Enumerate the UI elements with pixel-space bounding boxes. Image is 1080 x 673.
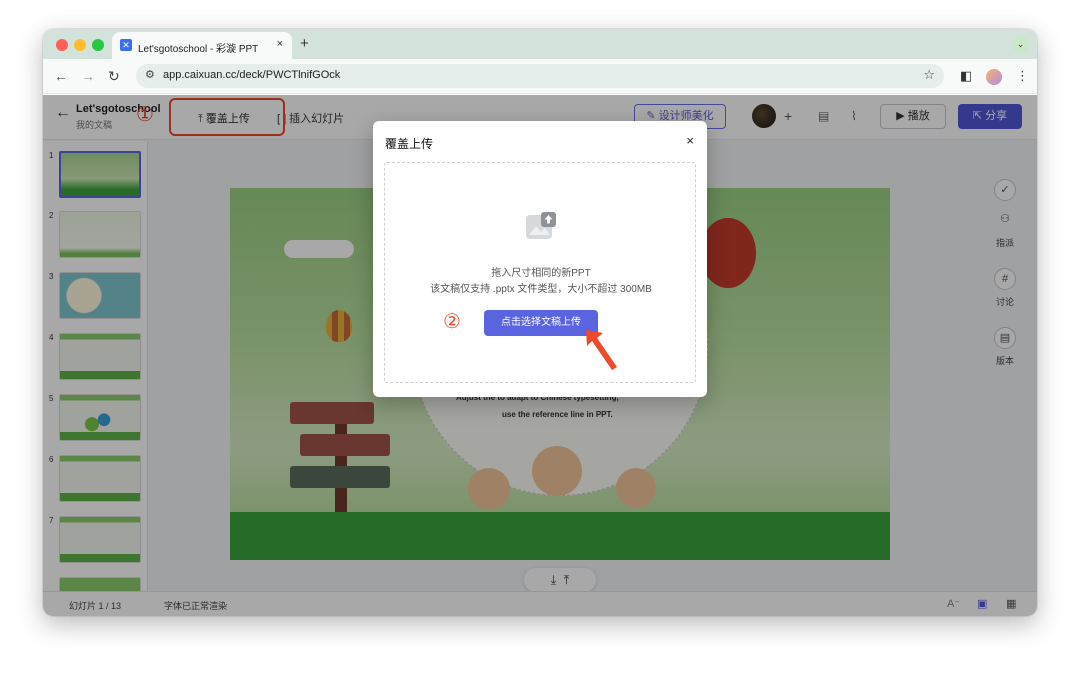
step-two-marker: ② [443, 311, 461, 333]
address-bar-row: ← → ↻ ⚙ app.caixuan.cc/deck/PWCTlnifGOck… [43, 59, 1037, 94]
image-upload-icon [526, 212, 556, 239]
tab-title: Let'sgotoschool - 彩漩 PPT [138, 44, 259, 55]
forward-arrow-icon[interactable]: → [81, 68, 95, 84]
site-settings-icon[interactable]: ⚙ [145, 68, 155, 81]
dialog-title: 覆盖上传 [385, 137, 434, 151]
back-arrow-icon[interactable]: ← [54, 68, 68, 84]
tab-strip: ✕ Let'sgotoschool - 彩漩 PPT × + ⌄ [43, 29, 1037, 59]
file-requirements: 该文稿仅支持 .pptx 文件类型，大小不超过 300MB [430, 284, 652, 295]
select-file-upload-button[interactable]: 点击选择文稿上传 [484, 310, 598, 336]
url-text: app.caixuan.cc/deck/PWCTlnifGOck [163, 69, 341, 81]
maximize-window-button[interactable] [92, 39, 104, 51]
minimize-window-button[interactable] [74, 39, 86, 51]
dialog-close-icon[interactable]: × [686, 133, 694, 148]
pointer-arrow-icon [586, 330, 617, 370]
tab-close-icon[interactable]: × [277, 38, 283, 50]
url-field[interactable]: ⚙ app.caixuan.cc/deck/PWCTlnifGOck ☆ [136, 64, 944, 88]
overwrite-upload-dialog: 覆盖上传 × 拖入尺寸相同的新PPT 该文稿仅支持 .pptx 文件类型，大小不… [373, 121, 707, 397]
drop-instruction: 拖入尺寸相同的新PPT [491, 268, 591, 279]
new-tab-button[interactable]: + [300, 35, 309, 52]
bookmark-star-icon[interactable]: ☆ [923, 67, 935, 83]
close-window-button[interactable] [56, 39, 68, 51]
browser-window: ✕ Let'sgotoschool - 彩漩 PPT × + ⌄ ← → ↻ ⚙… [43, 29, 1037, 616]
file-drop-zone[interactable]: 拖入尺寸相同的新PPT 该文稿仅支持 .pptx 文件类型，大小不超过 300M… [384, 162, 696, 383]
caixuan-favicon-icon: ✕ [120, 39, 132, 51]
tab-search-chevron-icon[interactable]: ⌄ [1012, 36, 1029, 53]
side-panel-icon[interactable]: ◧ [960, 68, 972, 84]
reload-icon[interactable]: ↻ [108, 68, 120, 85]
browser-menu-icon[interactable]: ⋮ [1016, 68, 1029, 84]
profile-avatar-icon[interactable] [986, 69, 1002, 85]
browser-tab[interactable]: ✕ Let'sgotoschool - 彩漩 PPT × [112, 32, 292, 59]
app-area: ← Let'sgotoschool 我的文稿 ⤒ 覆盖上传 [ ] 插入幻灯片 ① … [43, 95, 1037, 616]
